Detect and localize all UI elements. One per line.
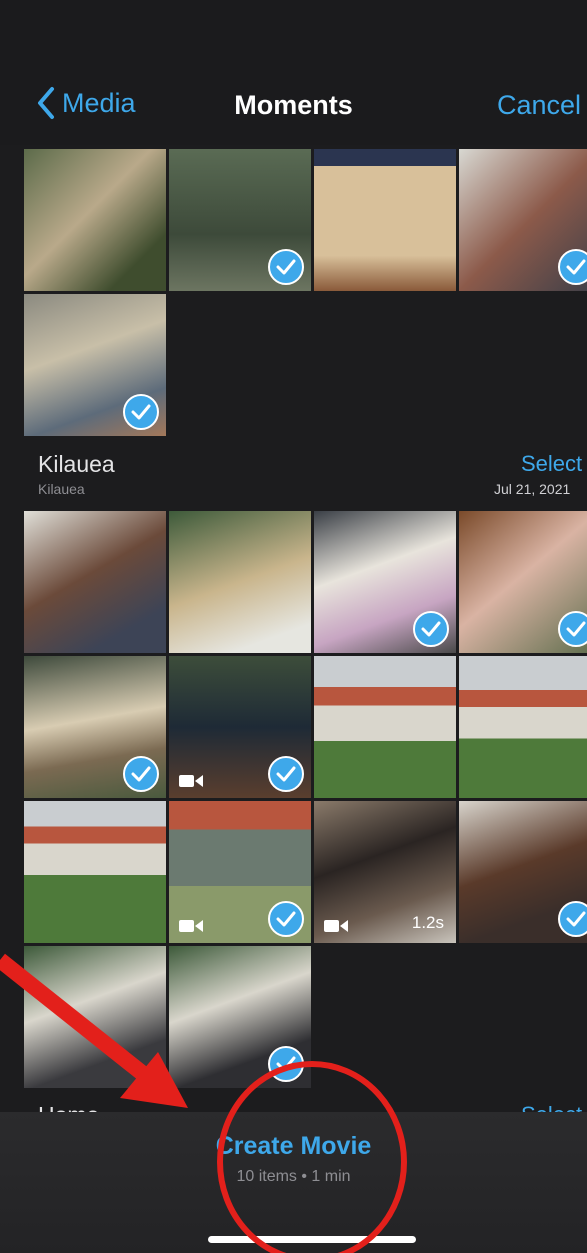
video-camera-icon [179, 775, 203, 787]
section-header-kilauea: Kilauea Kilauea Select Jul 21, 2021 [0, 451, 587, 511]
checkmark-icon [123, 756, 159, 792]
checkmark-icon [268, 1046, 304, 1082]
checkmark-icon [123, 394, 159, 430]
photo-thumbnail[interactable] [459, 149, 587, 291]
video-thumbnail[interactable] [169, 801, 311, 943]
section-subtitle: Kilauea [38, 481, 85, 497]
photo-thumbnail[interactable] [459, 511, 587, 653]
photo-thumbnail[interactable] [169, 946, 311, 1088]
checkmark-icon [268, 901, 304, 937]
photo-thumbnail[interactable] [314, 149, 456, 291]
cancel-button[interactable]: Cancel [497, 90, 581, 121]
create-movie-button[interactable]: Create Movie [0, 1132, 587, 1161]
video-camera-icon [324, 920, 348, 932]
section-title: Kilauea [38, 451, 115, 477]
back-label: Media [62, 87, 136, 118]
photo-thumbnail[interactable] [24, 656, 166, 798]
photo-thumbnail[interactable] [314, 511, 456, 653]
checkmark-icon [268, 756, 304, 792]
photo-thumbnail[interactable] [169, 511, 311, 653]
video-thumbnail[interactable] [169, 656, 311, 798]
video-duration: 1.2s [411, 913, 444, 932]
photo-thumbnail[interactable] [24, 946, 166, 1088]
chevron-left-icon [38, 87, 54, 119]
photo-thumbnail[interactable] [24, 511, 166, 653]
photo-thumbnail[interactable] [24, 149, 166, 291]
back-button[interactable]: Media [36, 86, 136, 120]
photo-thumbnail[interactable] [459, 656, 587, 798]
checkmark-icon [268, 249, 304, 285]
photo-thumbnail[interactable] [459, 801, 587, 943]
video-camera-icon [179, 920, 203, 932]
photo-thumbnail[interactable] [169, 149, 311, 291]
checkmark-icon [558, 611, 587, 647]
checkmark-icon [558, 901, 587, 937]
section-date: Jul 21, 2021 [494, 481, 571, 497]
navigation-bar [0, 0, 587, 145]
video-thumbnail[interactable]: 1.2s [314, 801, 456, 943]
photo-thumbnail[interactable] [314, 656, 456, 798]
checkmark-icon [413, 611, 449, 647]
photo-thumbnail[interactable] [24, 801, 166, 943]
select-button[interactable]: Select [521, 451, 582, 477]
home-indicator[interactable] [208, 1236, 416, 1243]
photo-thumbnail[interactable] [24, 294, 166, 436]
checkmark-icon [558, 249, 587, 285]
selection-summary: 10 items • 1 min [236, 1168, 351, 1185]
